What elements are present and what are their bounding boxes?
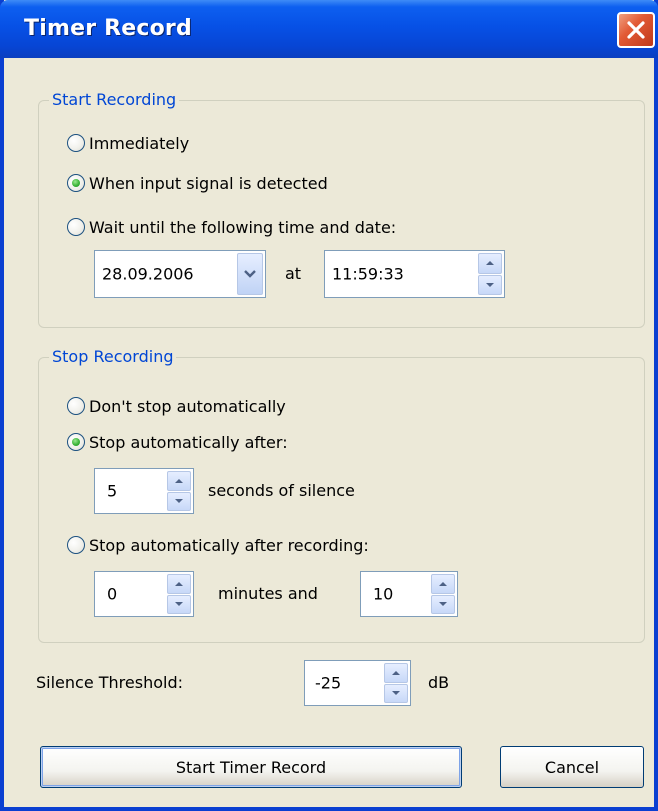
date-picker[interactable]: 28.09.2006 <box>94 250 266 298</box>
spin-down-button[interactable] <box>431 594 455 614</box>
spin-down-button[interactable] <box>167 491 191 511</box>
start-recording-legend: Start Recording <box>49 90 180 109</box>
arrow-up-icon <box>175 478 183 483</box>
stop-recording-legend: Stop Recording <box>49 347 177 366</box>
arrow-down-icon <box>486 282 494 287</box>
radio-label: When input signal is detected <box>89 173 328 193</box>
arrow-down-icon <box>439 602 447 607</box>
spin-up-button[interactable] <box>384 663 408 683</box>
threshold-value: -25 <box>315 673 342 693</box>
date-dropdown-button[interactable] <box>237 253 263 295</box>
db-unit-label: dB <box>428 673 450 692</box>
arrow-up-icon <box>486 261 494 266</box>
arrow-up-icon <box>392 670 400 675</box>
radio-stop-after-silence[interactable]: Stop automatically after: <box>67 430 288 454</box>
start-timer-record-label: Start Timer Record <box>175 757 327 777</box>
radio-label: Wait until the following time and date: <box>89 217 397 237</box>
radio-button[interactable] <box>67 134 85 152</box>
spin-up-button[interactable] <box>167 574 191 594</box>
silence-threshold-label: Silence Threshold: <box>36 673 183 692</box>
spin-up-button[interactable] <box>167 471 191 491</box>
time-input[interactable]: 11:59:33 <box>324 250 505 298</box>
seconds-input[interactable]: 10 <box>360 571 458 617</box>
radio-wait-until[interactable]: Wait until the following time and date: <box>67 215 396 239</box>
seconds-of-silence-label: seconds of silence <box>208 481 355 500</box>
radio-selected-dot <box>72 438 80 446</box>
time-value: 11:59:33 <box>332 264 404 284</box>
radio-label: Don't stop automatically <box>89 396 286 416</box>
arrow-up-icon <box>439 581 447 586</box>
arrow-down-icon <box>392 691 400 696</box>
at-label: at <box>285 264 302 283</box>
title-bar[interactable]: Timer Record <box>0 0 658 58</box>
close-icon <box>627 21 645 39</box>
radio-button[interactable] <box>67 433 85 451</box>
minutes-input[interactable]: 0 <box>94 571 194 617</box>
arrow-down-icon <box>175 499 183 504</box>
spin-up-button[interactable] <box>478 253 502 274</box>
radio-label: Immediately <box>89 133 190 153</box>
radio-button[interactable] <box>67 536 85 554</box>
seconds-spinner[interactable] <box>431 574 455 614</box>
threshold-spinner[interactable] <box>384 663 408 703</box>
silence-seconds-input[interactable]: 5 <box>94 468 194 514</box>
minutes-value: 0 <box>107 584 118 604</box>
spin-down-button[interactable] <box>384 683 408 703</box>
cancel-label: Cancel <box>544 757 600 777</box>
chevron-down-icon <box>244 270 256 278</box>
minutes-spinner[interactable] <box>167 574 191 614</box>
spin-up-button[interactable] <box>431 574 455 594</box>
arrow-down-icon <box>175 602 183 607</box>
radio-label: Stop automatically after: <box>89 432 288 452</box>
cancel-button[interactable]: Cancel <box>500 746 644 788</box>
radio-stop-after-recording[interactable]: Stop automatically after recording: <box>67 533 369 557</box>
silence-seconds-value: 5 <box>107 481 118 501</box>
spin-down-button[interactable] <box>167 594 191 614</box>
radio-when-input-detected[interactable]: When input signal is detected <box>67 171 328 195</box>
radio-button[interactable] <box>67 397 85 415</box>
start-timer-record-button[interactable]: Start Timer Record <box>40 746 462 788</box>
threshold-input[interactable]: -25 <box>304 660 411 706</box>
radio-label: Stop automatically after recording: <box>89 535 369 555</box>
time-spinner[interactable] <box>478 253 502 295</box>
timer-record-dialog: Timer Record Start Recording Immediately… <box>0 0 658 811</box>
date-value: 28.09.2006 <box>102 264 194 284</box>
radio-button[interactable] <box>67 174 85 192</box>
minutes-and-label: minutes and <box>218 584 318 603</box>
spin-down-button[interactable] <box>478 274 502 295</box>
seconds-value: 10 <box>373 584 394 604</box>
window-title: Timer Record <box>24 16 192 41</box>
radio-immediately[interactable]: Immediately <box>67 131 189 155</box>
silence-seconds-spinner[interactable] <box>167 471 191 511</box>
radio-button[interactable] <box>67 218 85 236</box>
close-button[interactable] <box>617 12 655 48</box>
radio-dont-stop[interactable]: Don't stop automatically <box>67 394 286 418</box>
arrow-up-icon <box>175 581 183 586</box>
radio-selected-dot <box>72 179 80 187</box>
